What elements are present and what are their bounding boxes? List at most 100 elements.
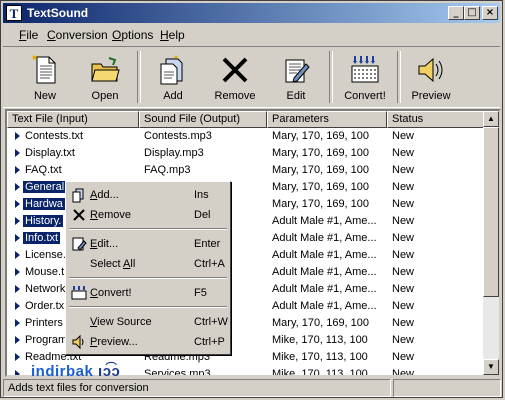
add-button[interactable]: Add bbox=[145, 50, 201, 105]
context-convert[interactable]: Convert! F5 bbox=[68, 283, 228, 303]
cell-parameters: Mary, 170, 169, 100 bbox=[272, 198, 370, 210]
open-button[interactable]: Open bbox=[77, 50, 133, 105]
column-header-parameters[interactable]: Parameters bbox=[267, 111, 387, 128]
scroll-thumb[interactable] bbox=[483, 127, 499, 297]
context-edit[interactable]: Edit... Enter bbox=[68, 234, 228, 254]
menu-separator bbox=[69, 228, 227, 230]
cell-status: New bbox=[392, 249, 415, 261]
toolbar-separator bbox=[137, 51, 141, 103]
scroll-down-button[interactable]: ▼ bbox=[483, 359, 499, 375]
column-header-sound-file[interactable]: Sound File (Output) bbox=[139, 111, 267, 128]
toolbar-separator bbox=[397, 51, 401, 103]
menu-help[interactable]: Help bbox=[160, 28, 185, 42]
table-row[interactable]: Contests.txt Contests.mp3 Mary, 170, 169, … bbox=[7, 128, 485, 145]
minimize-button[interactable]: _ bbox=[448, 6, 464, 20]
context-view-source[interactable]: View Source Ctrl+W bbox=[68, 312, 228, 332]
convert-button[interactable]: Convert! bbox=[337, 50, 393, 105]
window-title: TextSound bbox=[27, 6, 89, 20]
cell-parameters: Mary, 170, 169, 100 bbox=[272, 181, 370, 193]
cell-parameters: Adult Male #1, Ame... bbox=[272, 283, 377, 295]
cell-text-file: Display.txt bbox=[25, 147, 75, 159]
cell-text-file: Network bbox=[25, 283, 66, 295]
cell-parameters: Mary, 170, 169, 100 bbox=[272, 164, 370, 176]
column-header-status[interactable]: Status bbox=[387, 111, 485, 128]
new-button[interactable]: New bbox=[17, 50, 73, 105]
cell-parameters: Mike, 170, 113, 100 bbox=[272, 368, 368, 377]
menu-conversion[interactable]: Conversion bbox=[47, 28, 108, 42]
add-files-icon bbox=[160, 55, 183, 85]
vertical-scrollbar[interactable]: ▲ ▼ bbox=[483, 111, 499, 375]
menu-options[interactable]: Options bbox=[112, 28, 153, 42]
remove-button[interactable]: Remove bbox=[207, 50, 263, 105]
cell-text-file: Info.txt bbox=[23, 232, 61, 244]
menu-file[interactable]: File bbox=[19, 28, 38, 42]
context-add[interactable]: Add... Ins bbox=[68, 185, 228, 205]
maximize-button[interactable]: □ bbox=[464, 6, 480, 20]
row-arrow-icon bbox=[15, 370, 20, 375]
row-arrow-icon bbox=[15, 149, 20, 157]
cell-status: New bbox=[392, 232, 415, 244]
title-bar[interactable]: T TextSound _ □ × bbox=[3, 3, 500, 23]
cell-text-file: Hardwa bbox=[23, 198, 65, 210]
row-arrow-icon bbox=[15, 234, 20, 242]
cell-text-file: History. bbox=[23, 215, 64, 227]
app-icon[interactable]: T bbox=[6, 5, 22, 21]
menu-separator bbox=[69, 277, 227, 279]
status-bar-panel bbox=[393, 379, 501, 397]
table-row[interactable]: Display.txt Display.mp3 Mary, 170, 169, 10… bbox=[7, 145, 485, 162]
edit-document-icon bbox=[285, 59, 310, 83]
close-button[interactable]: × bbox=[482, 6, 498, 20]
cell-parameters: Adult Male #1, Ame... bbox=[272, 232, 377, 244]
menu-bar: File Conversion Options Help bbox=[3, 25, 500, 45]
speaker-icon bbox=[418, 57, 443, 83]
new-document-icon bbox=[32, 55, 56, 84]
table-row[interactable]: FAQ.txt FAQ.mp3 Mary, 170, 169, 100 New bbox=[7, 162, 485, 179]
edit-document-icon bbox=[72, 237, 87, 251]
cell-text-file: Contests.txt bbox=[25, 130, 84, 142]
context-select-all[interactable]: Select All Ctrl+A bbox=[68, 254, 228, 274]
speaker-icon bbox=[72, 334, 84, 350]
preview-button[interactable]: Preview bbox=[403, 50, 459, 105]
remove-x-icon bbox=[222, 57, 248, 83]
cell-parameters: Mike, 170, 113, 100 bbox=[272, 334, 368, 346]
row-arrow-icon bbox=[15, 132, 20, 140]
add-files-icon bbox=[72, 188, 84, 203]
toolbar: New Open Add Remove Edit Convert! Previe… bbox=[3, 46, 500, 108]
cell-text-file: Program bbox=[25, 334, 68, 346]
row-arrow-icon bbox=[15, 353, 20, 361]
row-arrow-icon bbox=[15, 166, 20, 174]
cell-status: New bbox=[392, 147, 415, 159]
row-arrow-icon bbox=[15, 251, 20, 259]
cell-text-file: FAQ.txt bbox=[25, 164, 62, 176]
cell-text-file: Order.tx bbox=[25, 300, 65, 312]
row-arrow-icon bbox=[15, 336, 20, 344]
toolbar-separator bbox=[329, 51, 333, 103]
cell-status: New bbox=[392, 266, 415, 278]
column-header-text-file[interactable]: Text File (Input) bbox=[7, 111, 139, 128]
row-arrow-icon bbox=[15, 285, 20, 293]
cell-text-file: General bbox=[23, 181, 67, 193]
remove-x-icon bbox=[73, 209, 85, 221]
row-arrow-icon bbox=[15, 183, 20, 191]
cell-status: New bbox=[392, 283, 415, 295]
scroll-up-button[interactable]: ▲ bbox=[483, 111, 499, 127]
cell-parameters: Mary, 170, 169, 100 bbox=[272, 147, 370, 159]
context-remove[interactable]: Remove Del bbox=[68, 205, 228, 225]
row-arrow-icon bbox=[15, 217, 20, 225]
status-bar-text: Adds text files for conversion bbox=[3, 379, 391, 397]
edit-button[interactable]: Edit bbox=[268, 50, 324, 105]
row-arrow-icon bbox=[15, 200, 20, 208]
cell-text-file: Printers bbox=[25, 317, 63, 329]
cell-parameters: Adult Male #1, Ame... bbox=[272, 215, 377, 227]
cell-status: New bbox=[392, 317, 415, 329]
context-preview[interactable]: Preview... Ctrl+P bbox=[68, 332, 228, 352]
convert-icon bbox=[71, 286, 87, 300]
cell-status: New bbox=[392, 198, 415, 210]
cell-parameters: Adult Male #1, Ame... bbox=[272, 266, 377, 278]
cell-status: New bbox=[392, 130, 415, 142]
row-arrow-icon bbox=[15, 268, 20, 276]
row-arrow-icon bbox=[15, 302, 20, 310]
cell-text-file: Mouse.t bbox=[25, 266, 65, 278]
cell-sound-file: FAQ.mp3 bbox=[144, 164, 191, 176]
convert-icon bbox=[351, 56, 379, 83]
